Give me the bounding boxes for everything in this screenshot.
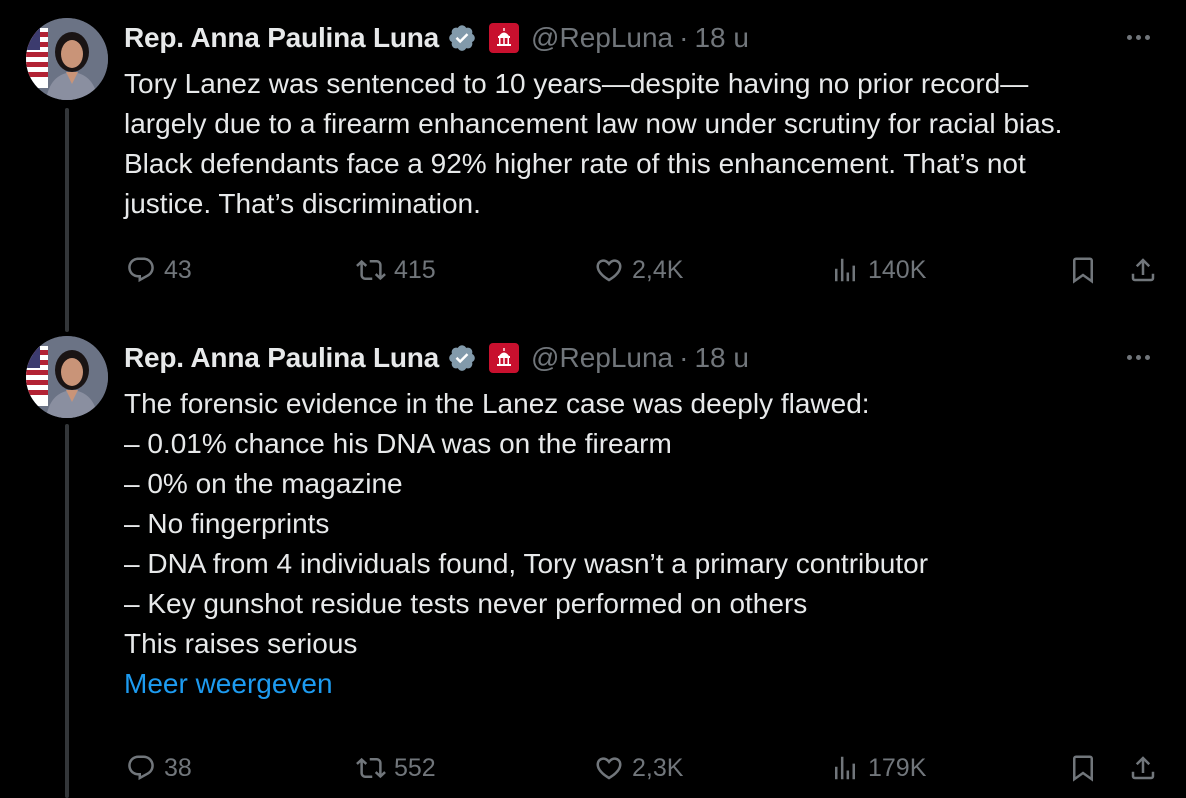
retweet-icon (356, 757, 386, 779)
like-count: 2,4K (632, 255, 684, 284)
tweet-text-line: justice. That’s discrimination. (124, 188, 481, 219)
share-icon (1131, 756, 1155, 780)
views-button[interactable]: 140K (830, 255, 926, 285)
verified-icon[interactable] (447, 343, 477, 373)
like-button[interactable]: 2,4K (594, 255, 683, 285)
tweet-text-line: Tory Lanez was sentenced to 10 years—des… (124, 68, 1029, 99)
share-icon (1131, 258, 1155, 282)
bookmark-button[interactable] (1068, 255, 1098, 285)
tweet-text-line: The forensic evidence in the Lanez case … (124, 388, 870, 419)
retweet-icon (356, 259, 386, 281)
action-bar: 43 415 2,4K 140K (124, 250, 1158, 290)
tweet-text-line: This raises serious (124, 628, 358, 659)
like-icon (596, 757, 622, 780)
reply-icon (128, 257, 154, 283)
views-icon (835, 258, 855, 282)
author-name[interactable]: Rep. Anna Paulina Luna (124, 22, 439, 54)
like-button[interactable]: 2,3K (594, 753, 683, 783)
avatar[interactable] (26, 336, 108, 418)
tweet-text-line: – DNA from 4 individuals found, Tory was… (124, 548, 929, 579)
share-button[interactable] (1128, 255, 1158, 285)
tweet-text: Tory Lanez was sentenced to 10 years—des… (124, 64, 1158, 224)
action-bar: 38 552 2,3K 179K (124, 748, 1158, 788)
views-button[interactable]: 179K (830, 753, 926, 783)
author-name[interactable]: Rep. Anna Paulina Luna (124, 342, 439, 374)
reply-count: 38 (164, 753, 192, 782)
views-icon (835, 756, 855, 780)
bookmark-button[interactable] (1068, 753, 1098, 783)
reply-count: 43 (164, 255, 192, 284)
tweet-text-line: – No fingerprints (124, 508, 330, 539)
tweet[interactable]: Rep. Anna Paulina Luna @RepLuna · 18 u T… (0, 320, 1186, 798)
tweet-text-line: largely due to a firearm enhancement law… (124, 108, 1063, 139)
like-icon (596, 259, 622, 282)
author-handle[interactable]: @RepLuna (531, 22, 673, 54)
separator: · (679, 22, 689, 53)
separator: · (679, 342, 689, 373)
tweet-content: Rep. Anna Paulina Luna @RepLuna · 18 u T… (124, 338, 1158, 782)
like-count: 2,3K (632, 753, 684, 782)
tweet-text-line: Black defendants face a 92% higher rate … (124, 148, 1026, 179)
more-icon[interactable] (1118, 22, 1158, 52)
verified-icon[interactable] (447, 23, 477, 53)
tweet-content: Rep. Anna Paulina Luna @RepLuna · 18 u T… (124, 18, 1158, 284)
repost-count: 415 (394, 255, 436, 284)
views-count: 179K (868, 753, 927, 782)
show-more-link[interactable]: Meer weergeven (124, 664, 1158, 704)
repost-count: 552 (394, 753, 436, 782)
capitol-badge-icon[interactable] (489, 23, 520, 53)
reply-icon (128, 755, 154, 781)
tweet-header: Rep. Anna Paulina Luna @RepLuna · 18 u (124, 338, 1158, 378)
more-icon[interactable] (1118, 342, 1158, 372)
author-handle[interactable]: @RepLuna (531, 342, 673, 374)
thread-line (65, 424, 69, 798)
thread-line (65, 108, 69, 332)
repost-button[interactable]: 415 (356, 255, 436, 285)
tweet-text: The forensic evidence in the Lanez case … (124, 384, 1158, 704)
tweet[interactable]: Rep. Anna Paulina Luna @RepLuna · 18 u T… (0, 0, 1186, 332)
timeline: Rep. Anna Paulina Luna @RepLuna · 18 u T… (0, 0, 1186, 798)
bookmark-icon (1073, 755, 1093, 782)
share-button[interactable] (1128, 753, 1158, 783)
capitol-badge-icon[interactable] (489, 343, 520, 373)
reply-button[interactable]: 43 (126, 255, 192, 285)
timestamp[interactable]: 18 u (694, 22, 749, 54)
bookmark-icon (1073, 257, 1093, 284)
repost-button[interactable]: 552 (356, 753, 436, 783)
avatar[interactable] (26, 18, 108, 100)
reply-button[interactable]: 38 (126, 753, 192, 783)
tweet-text-line: – 0.01% chance his DNA was on the firear… (124, 428, 672, 459)
tweet-header: Rep. Anna Paulina Luna @RepLuna · 18 u (124, 18, 1158, 58)
tweet-text-line: – Key gunshot residue tests never perfor… (124, 588, 808, 619)
views-count: 140K (868, 255, 927, 284)
timestamp[interactable]: 18 u (694, 342, 749, 374)
tweet-text-line: – 0% on the magazine (124, 468, 403, 499)
